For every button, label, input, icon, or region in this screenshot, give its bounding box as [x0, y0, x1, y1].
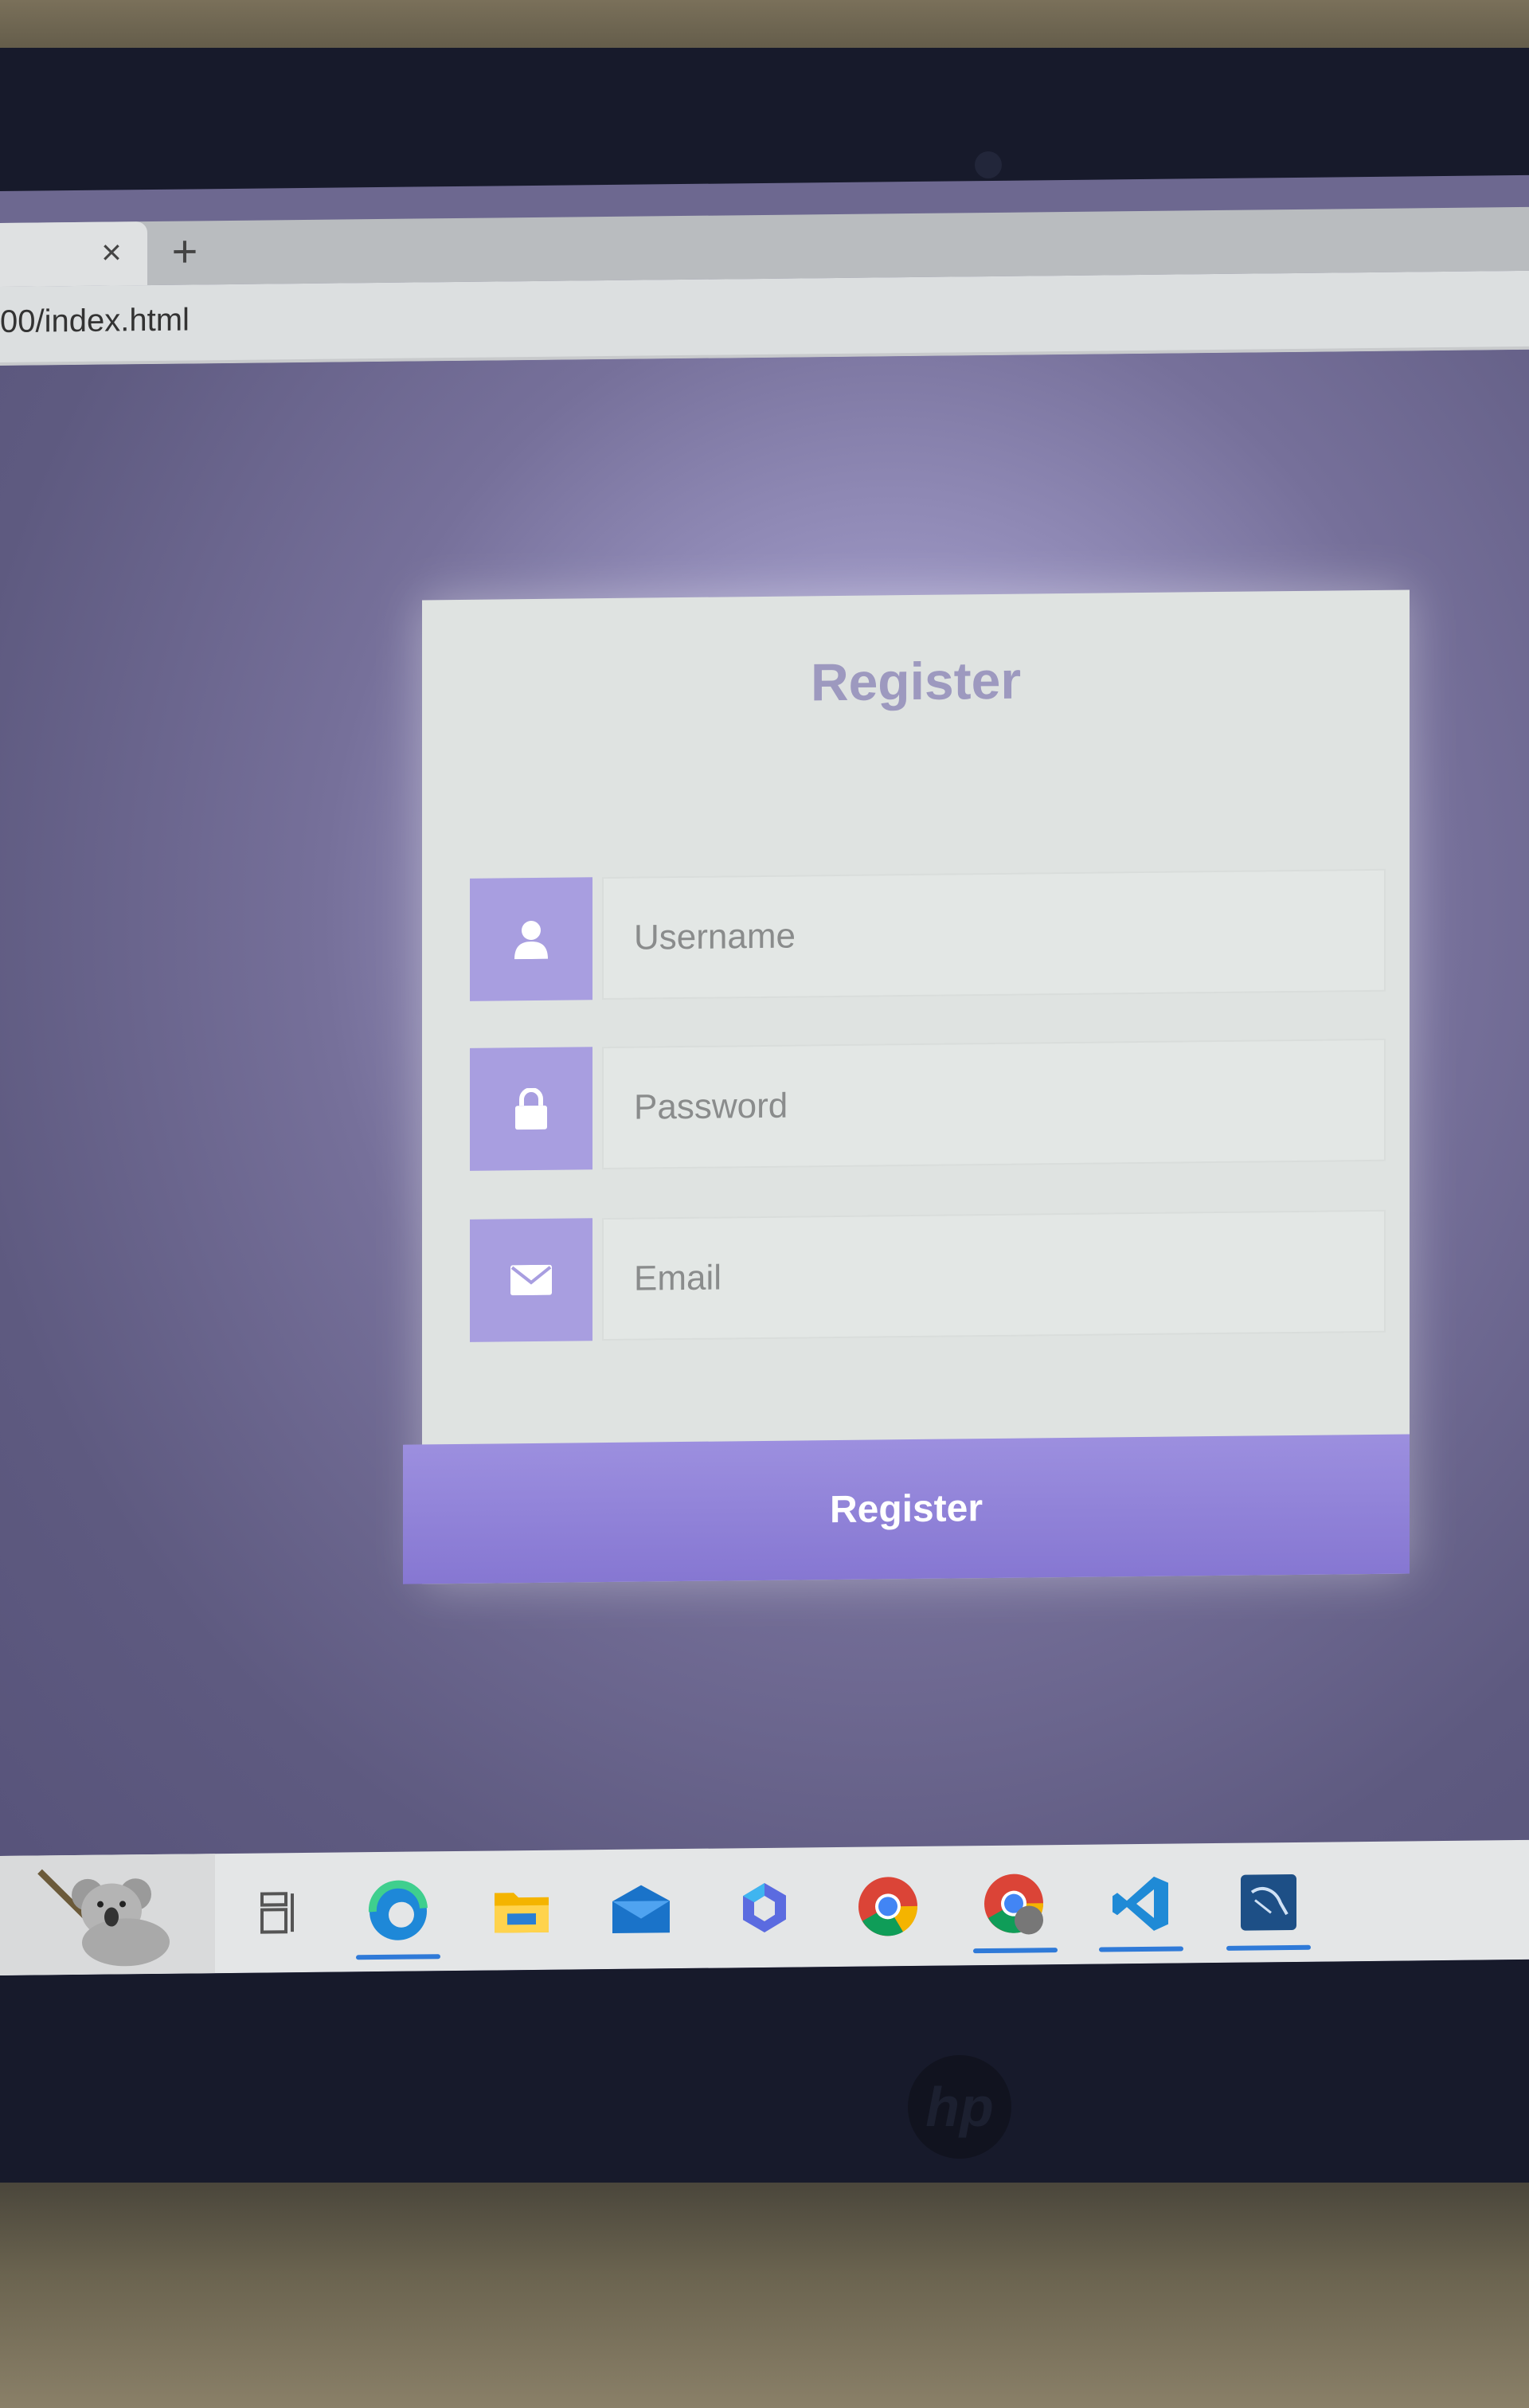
copilot-icon[interactable]: [713, 1859, 816, 1956]
username-input[interactable]: [602, 868, 1386, 1000]
edge-running-indicator: [356, 1954, 440, 1960]
windows-taskbar: [0, 1839, 1529, 1975]
file-explorer-icon[interactable]: [470, 1862, 573, 1958]
vscode-icon[interactable]: [1089, 1855, 1193, 1952]
laptop-screen: × + 00/index.html Register Username Emai…: [0, 174, 1529, 1975]
url-text[interactable]: 00/index.html: [0, 303, 190, 340]
email-row: [470, 1209, 1386, 1345]
register-button[interactable]: Register: [403, 1434, 1410, 1584]
edge-icon[interactable]: [346, 1863, 450, 1960]
laptop-keyboard-deck: [0, 2183, 1529, 2408]
mail-icon[interactable]: [589, 1861, 693, 1957]
koala-widget-icon: [37, 1869, 170, 1967]
email-input[interactable]: [602, 1209, 1386, 1341]
hp-logo: hp: [908, 2055, 1011, 2159]
user-icon: [470, 877, 592, 1001]
password-input[interactable]: [602, 1038, 1386, 1170]
mysql-workbench-running-indicator: [1226, 1944, 1311, 1951]
form-title: Register: [810, 650, 1022, 712]
new-tab-button[interactable]: +: [163, 225, 206, 276]
lock-icon: [470, 1047, 592, 1171]
page-background: Register Register: [0, 349, 1529, 1911]
envelope-icon: [470, 1218, 592, 1342]
vscode-running-indicator: [1099, 1946, 1183, 1952]
close-tab-icon[interactable]: ×: [96, 233, 127, 272]
chrome-profile-icon[interactable]: [964, 1857, 1067, 1954]
browser-tab[interactable]: ×: [0, 221, 147, 287]
register-form: Register Register: [403, 589, 1410, 1584]
password-row: [470, 1038, 1386, 1174]
chrome-icon[interactable]: [836, 1858, 940, 1955]
task-view-icon[interactable]: [227, 1865, 330, 1961]
widgets-button[interactable]: [0, 1854, 215, 1975]
webcam: [975, 151, 1002, 178]
mysql-workbench-icon[interactable]: [1217, 1854, 1320, 1951]
chrome-profile-running-indicator: [973, 1948, 1058, 1954]
username-row: [470, 868, 1386, 1004]
